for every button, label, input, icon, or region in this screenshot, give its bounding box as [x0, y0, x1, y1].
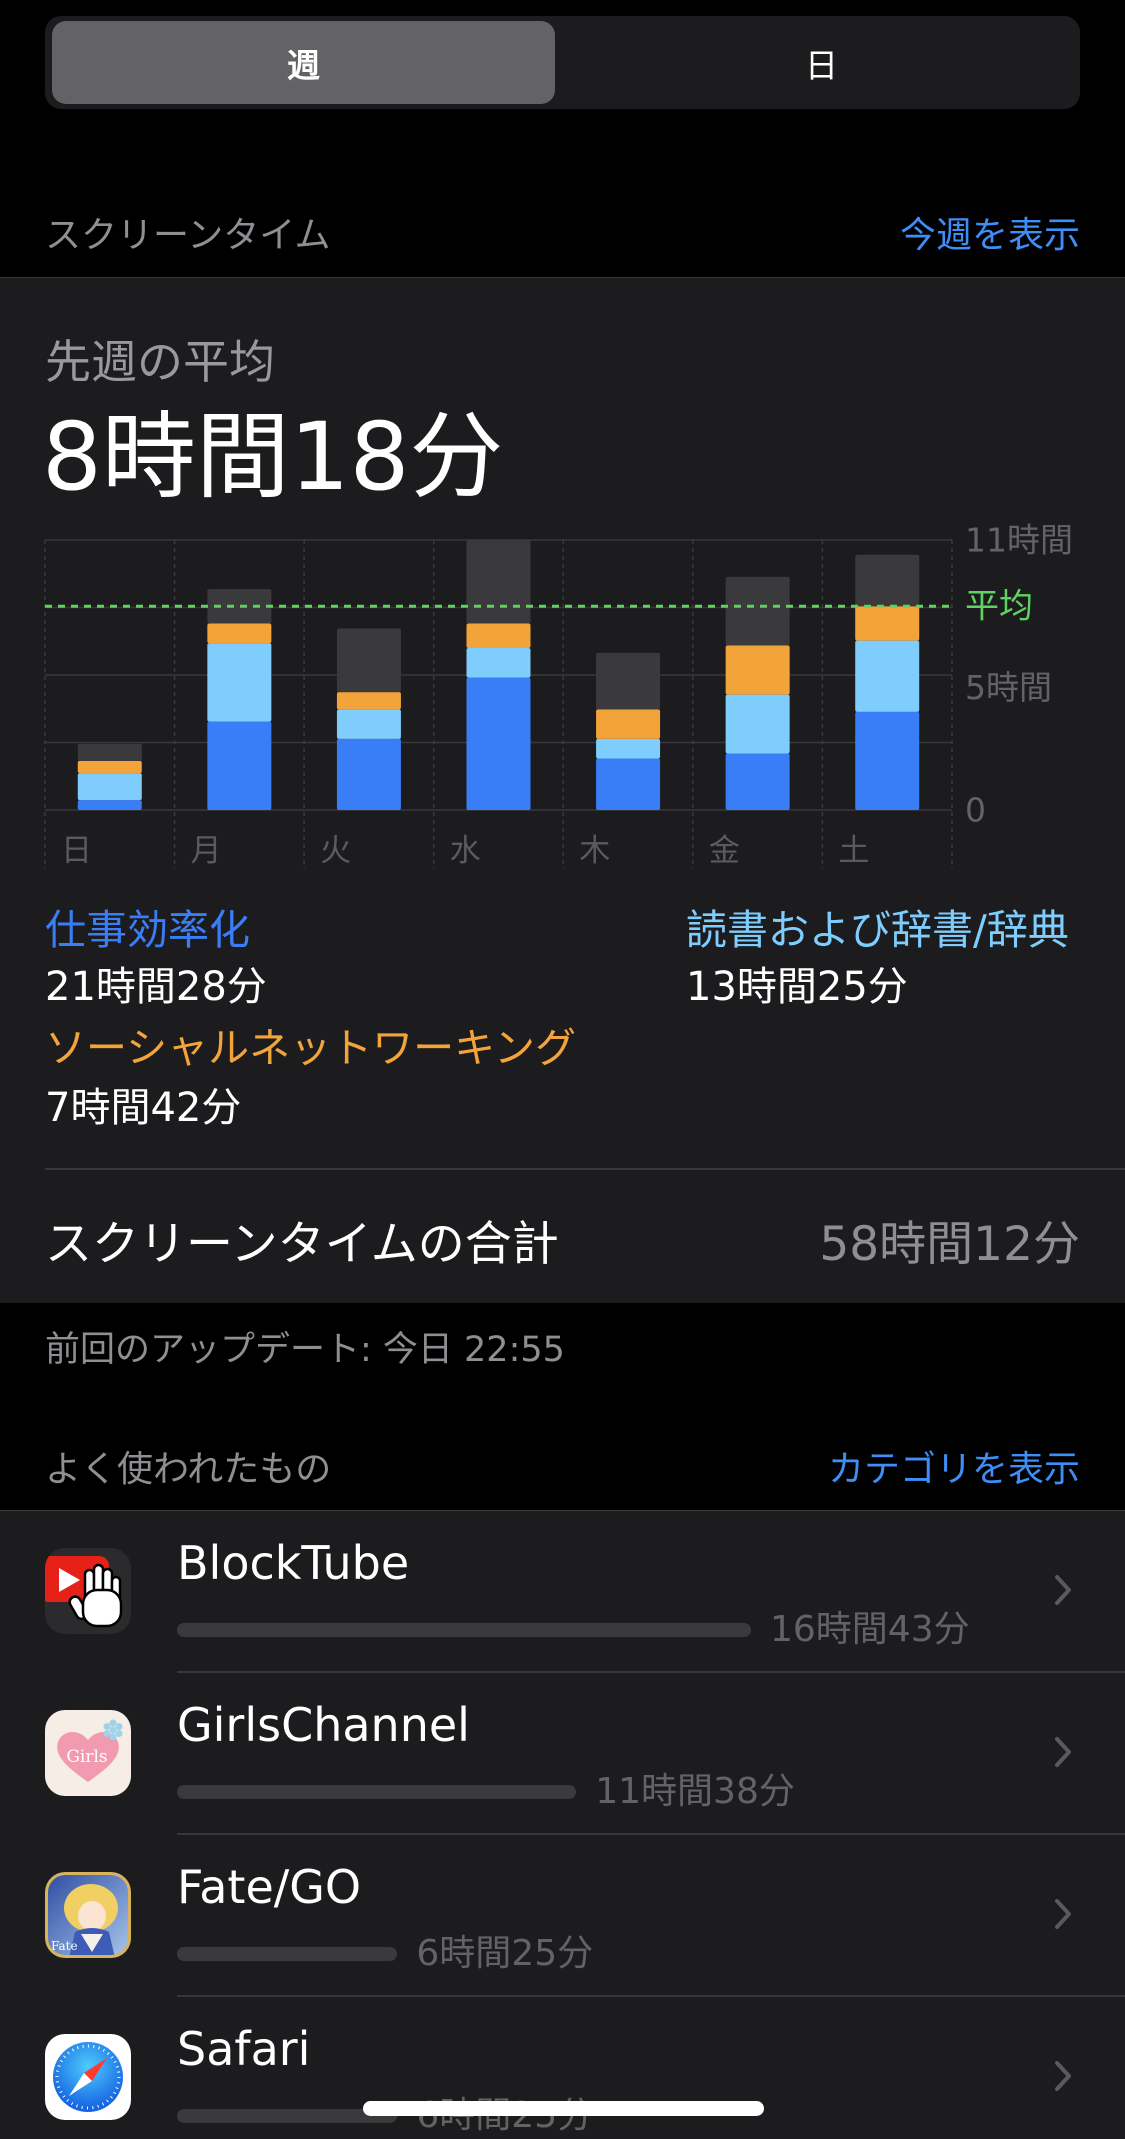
- day-label: 日: [61, 833, 92, 869]
- show-categories-link[interactable]: カテゴリを表示: [828, 1440, 1080, 1492]
- usage-line: 6時間25分: [177, 1932, 593, 1976]
- app-name: Safari: [177, 2022, 311, 2076]
- bar-segment-series2-day0[interactable]: [77, 760, 142, 774]
- chevron-right-icon: [1053, 2059, 1073, 2093]
- bar-segment-series2-day3[interactable]: [466, 623, 531, 648]
- bar-segment-series1-day6[interactable]: [855, 640, 920, 712]
- usage-line: 11時間38分: [177, 1770, 795, 1814]
- usage-time: 16時間43分: [770, 1609, 970, 1650]
- card-divider: [45, 1168, 1125, 1170]
- app-name: GirlsChannel: [177, 1698, 470, 1752]
- app-row-blocktube[interactable]: BlockTube 16時間43分: [0, 1511, 1125, 1673]
- daily-usage-chart[interactable]: 日 月 火 水 木 金 土 11時間 5時間 0 平均: [0, 521, 1125, 881]
- bar-segment-series0-day4[interactable]: [596, 758, 661, 810]
- usage-bar: [177, 1947, 398, 1961]
- bar-segment-series1-day3[interactable]: [466, 648, 531, 678]
- app-row-girlschannel[interactable]: Girls GirlsChannel 11時間38分: [0, 1673, 1125, 1835]
- home-indicator[interactable]: [363, 2101, 764, 2116]
- bar-segment-series1-day2[interactable]: [336, 709, 401, 739]
- legend-label-social[interactable]: ソーシャルネットワーキング: [45, 1022, 576, 1074]
- usage-bar: [177, 1785, 577, 1799]
- bar-segment-series2-day6[interactable]: [855, 606, 920, 641]
- bar-segment-series2-day1[interactable]: [207, 623, 272, 644]
- chevron-right-icon: [1053, 1573, 1073, 1607]
- most-used-title: よく使われたもの: [45, 1449, 332, 1490]
- day-label: 火: [320, 833, 351, 869]
- usage-bar: [177, 1623, 751, 1637]
- day-label: 月: [191, 833, 222, 869]
- legend-time-reference: 13時間25分: [686, 964, 908, 1010]
- bar-segment-series0-day1[interactable]: [207, 721, 272, 810]
- blocktube-icon: [45, 1548, 131, 1634]
- bar-segment-series3-day6[interactable]: [855, 554, 920, 607]
- legend-time-social: 7時間42分: [45, 1085, 242, 1131]
- fate-go-icon: Fate: [45, 1872, 131, 1958]
- y-tick-label: 0: [965, 791, 986, 830]
- bar-segment-series3-day0[interactable]: [77, 743, 142, 761]
- period-segmented-control: 週 日: [45, 16, 1080, 109]
- day-label: 水: [450, 833, 481, 869]
- usage-time: 6時間25分: [416, 1933, 594, 1974]
- screen-time-summary-card: 先週の平均 8時間18分 日 月 火 水 木 金 土 11時間 5時間 0 平均 仕事効率化 21時…: [0, 277, 1125, 1303]
- total-screen-time-row[interactable]: スクリーンタイムの合計 58時間12分: [45, 1209, 1080, 1272]
- bar-segment-series2-day4[interactable]: [596, 709, 661, 739]
- bar-segment-series0-day5[interactable]: [725, 753, 790, 810]
- legend-label-reference[interactable]: 読書および辞書/辞典: [686, 904, 1069, 956]
- section-title: スクリーンタイム: [45, 215, 331, 256]
- girls-logo-text: Girls: [66, 1747, 107, 1767]
- segment-day[interactable]: 日: [570, 21, 1073, 104]
- y-tick-label: 5時間: [965, 668, 1052, 707]
- legend-time-productivity: 21時間28分: [45, 964, 267, 1010]
- y-tick-label: 11時間: [965, 521, 1073, 560]
- bar-segment-series1-day5[interactable]: [725, 694, 790, 754]
- bar-segment-series3-day2[interactable]: [336, 628, 401, 693]
- bar-segment-series0-day3[interactable]: [466, 677, 531, 810]
- total-value: 58時間12分: [819, 1216, 1080, 1272]
- bar-segment-series0-day6[interactable]: [855, 711, 920, 810]
- app-name: BlockTube: [177, 1536, 410, 1590]
- total-label: スクリーンタイムの合計: [45, 1216, 559, 1272]
- usage-time: 11時間38分: [595, 1771, 795, 1812]
- day-label: 土: [838, 833, 869, 869]
- segment-week[interactable]: 週: [52, 21, 555, 104]
- bar-segment-series0-day2[interactable]: [336, 738, 401, 810]
- day-label: 金: [709, 833, 740, 869]
- screen-time-section-header: スクリーンタイム 今週を表示: [45, 208, 1080, 256]
- average-label: 先週の平均: [45, 335, 275, 389]
- girlschannel-icon: Girls: [45, 1710, 131, 1796]
- chevron-right-icon: [1053, 1897, 1073, 1931]
- bar-segment-series1-day1[interactable]: [207, 643, 272, 722]
- usage-line: 16時間43分: [177, 1608, 970, 1652]
- app-row-safari[interactable]: Safari 6時間25分: [0, 1997, 1125, 2139]
- bar-segment-series1-day0[interactable]: [77, 773, 142, 801]
- most-used-list: BlockTube 16時間43分 Girls GirlsChannel 11時…: [0, 1510, 1125, 2139]
- chevron-right-icon: [1053, 1735, 1073, 1769]
- average-axis-label: 平均: [965, 586, 1033, 626]
- bar-segment-series3-day5[interactable]: [725, 576, 790, 646]
- show-this-week-link[interactable]: 今週を表示: [900, 206, 1080, 258]
- app-name: Fate/GO: [177, 1860, 362, 1914]
- bar-segment-series3-day4[interactable]: [596, 652, 661, 710]
- last-update-text: 前回のアップデート: 今日 22:55: [45, 1330, 565, 1370]
- bar-segment-series2-day2[interactable]: [336, 692, 401, 710]
- legend-label-productivity[interactable]: 仕事効率化: [45, 904, 250, 956]
- bar-segment-series2-day5[interactable]: [725, 645, 790, 695]
- average-value: 8時間18分: [42, 403, 504, 512]
- safari-icon: [45, 2034, 131, 2120]
- most-used-section-header: よく使われたもの カテゴリを表示: [45, 1442, 1080, 1490]
- bar-segment-series3-day3[interactable]: [466, 540, 531, 624]
- bar-segment-series1-day4[interactable]: [596, 738, 661, 759]
- fate-logo-text: Fate: [51, 1939, 78, 1953]
- bar-segment-series0-day0[interactable]: [77, 800, 142, 810]
- day-label: 木: [579, 833, 610, 869]
- app-row-fate-go[interactable]: Fate Fate/GO 6時間25分: [0, 1835, 1125, 1997]
